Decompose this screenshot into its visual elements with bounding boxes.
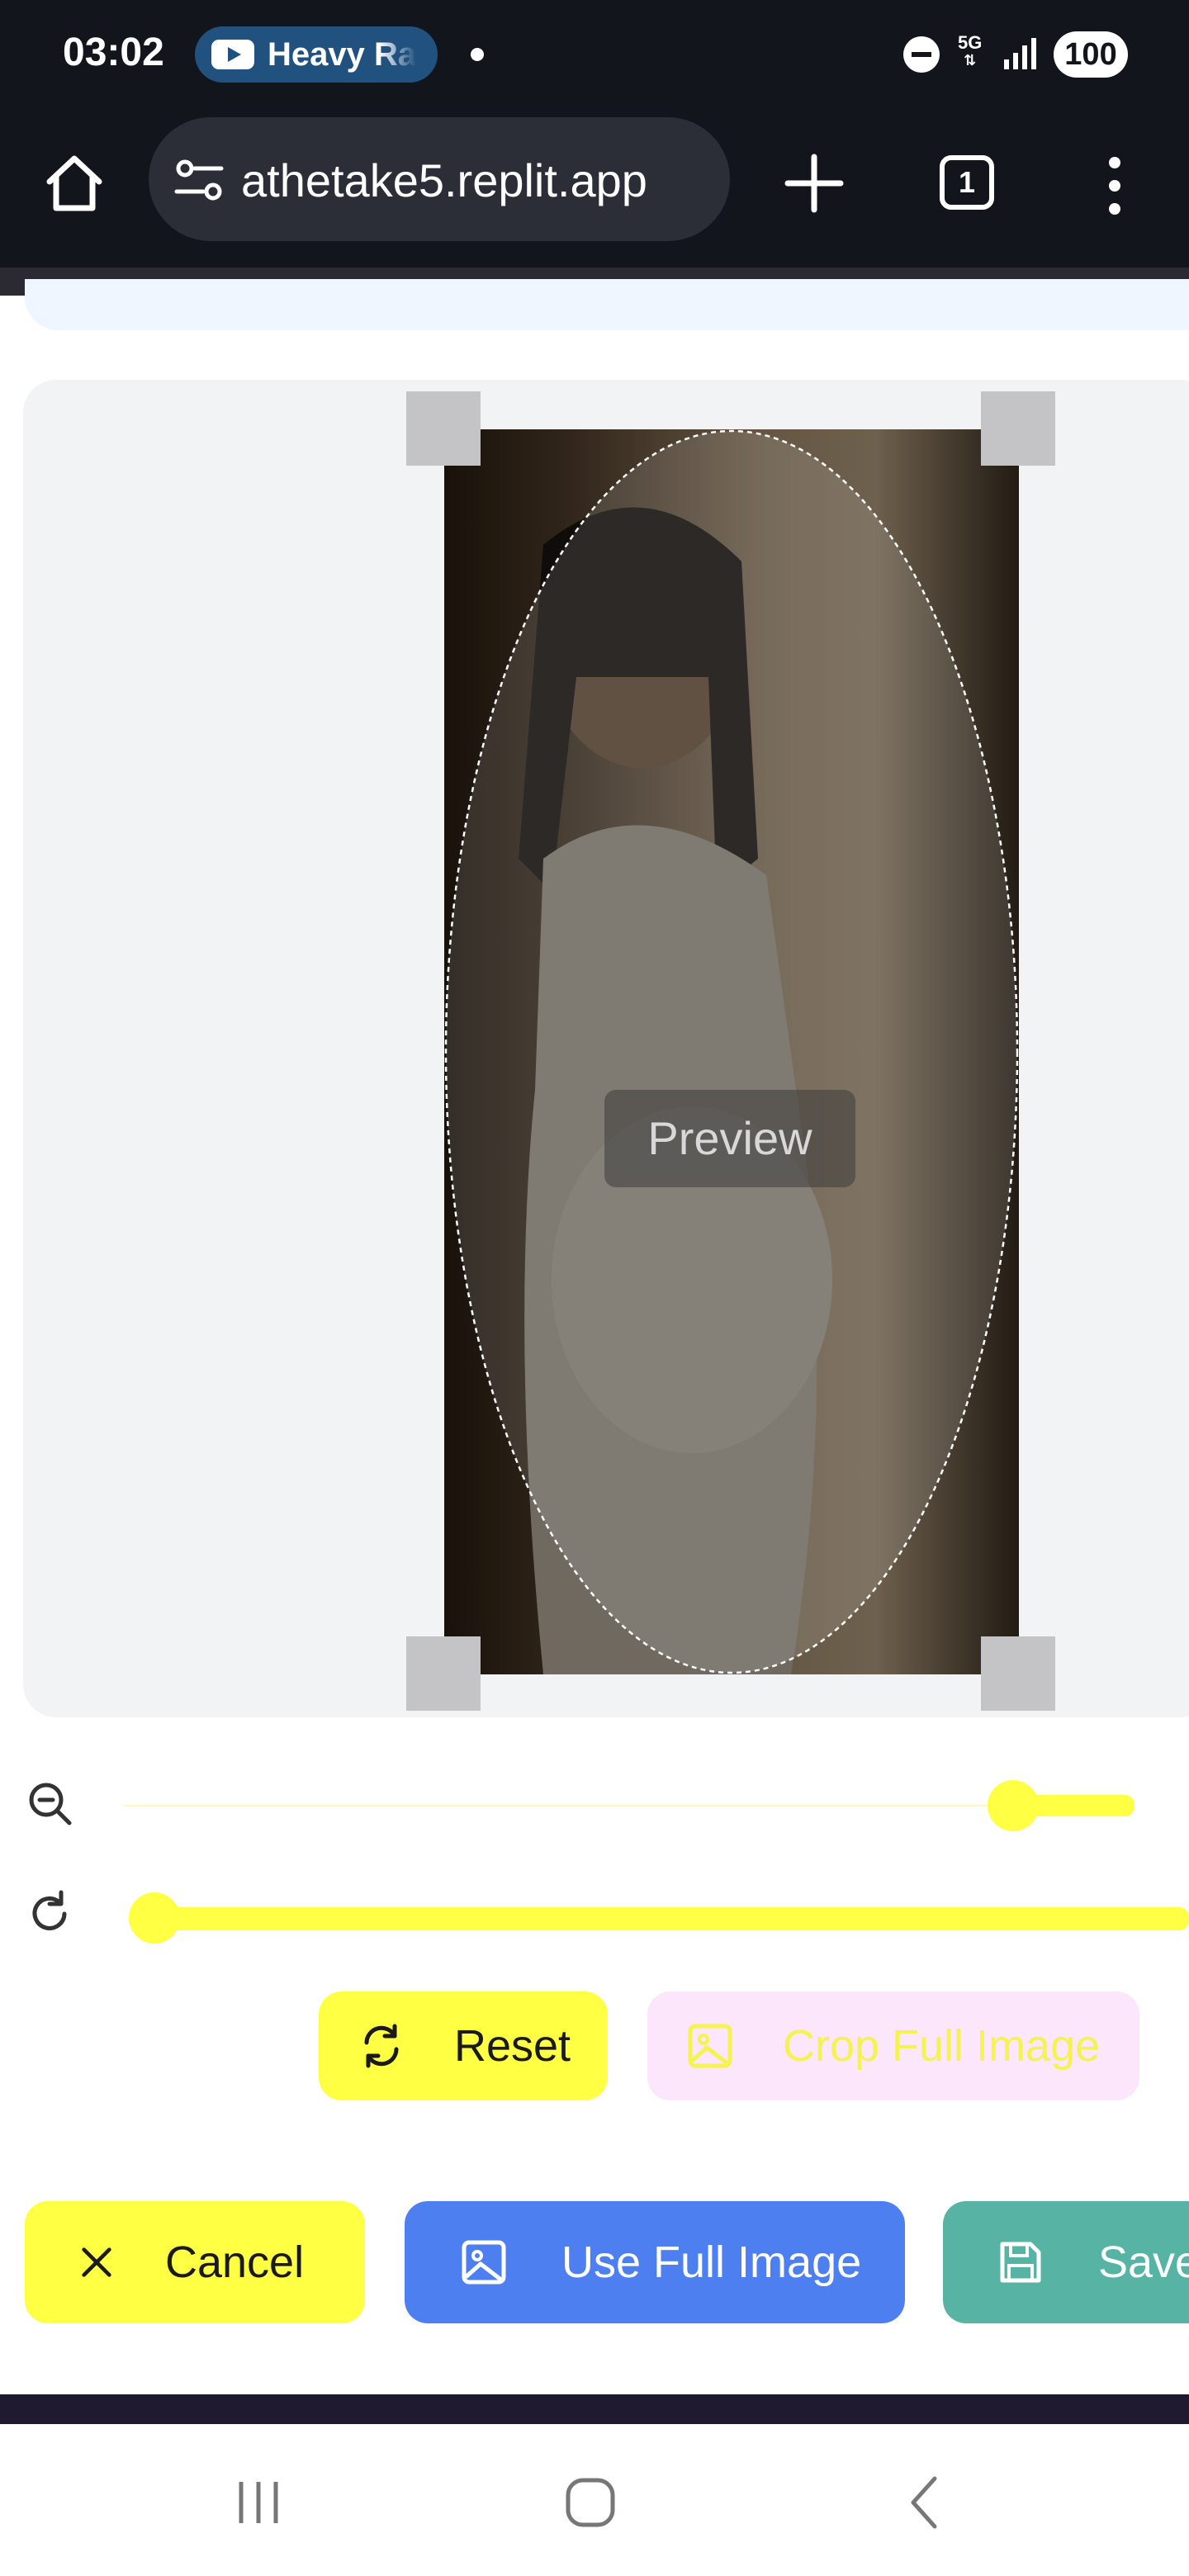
crop-full-image-label: Crop Full Image xyxy=(783,2021,1101,2071)
home-icon[interactable] xyxy=(41,150,107,216)
media-chip[interactable]: Heavy Ra xyxy=(195,26,438,83)
network-type: 5G ⇅ xyxy=(958,32,983,69)
back-icon[interactable] xyxy=(897,2474,955,2531)
zoom-slider-thumb[interactable] xyxy=(988,1780,1040,1831)
crop-image[interactable] xyxy=(444,429,1019,1674)
cancel-button-label: Cancel xyxy=(165,2237,305,2287)
do-not-disturb-icon xyxy=(903,36,940,73)
reset-button[interactable]: Reset xyxy=(319,1991,608,2100)
crop-handle-bottom-left[interactable] xyxy=(406,1636,481,1711)
signal-icon xyxy=(1004,38,1036,69)
rotate-slider-track[interactable] xyxy=(165,1907,1189,1930)
recent-apps-icon[interactable] xyxy=(230,2474,287,2531)
new-tab-icon[interactable] xyxy=(779,149,849,218)
save-button-label: Save xyxy=(1098,2237,1189,2287)
use-full-image-label: Use Full Image xyxy=(561,2237,862,2287)
notification-dot-icon xyxy=(471,48,484,61)
floppy-disk-icon xyxy=(1000,2242,1041,2283)
zoom-slider-row xyxy=(0,1772,1189,1838)
crop-ellipse[interactable] xyxy=(444,429,1019,1674)
save-button[interactable]: Save xyxy=(943,2201,1189,2323)
reset-button-label: Reset xyxy=(454,2021,571,2071)
site-settings-icon[interactable] xyxy=(173,159,226,201)
preview-label: Preview xyxy=(604,1090,855,1187)
browser-toolbar: athetake5.replit.app 1 xyxy=(0,109,1189,268)
image-icon xyxy=(688,2024,732,2068)
home-nav-icon[interactable] xyxy=(561,2474,619,2531)
zoom-out-icon[interactable] xyxy=(25,1778,74,1828)
url-text: athetake5.replit.app xyxy=(241,154,647,206)
rotate-icon[interactable] xyxy=(25,1889,74,1939)
crop-handle-bottom-right[interactable] xyxy=(981,1636,1055,1711)
address-bar[interactable]: athetake5.replit.app xyxy=(149,117,730,241)
image-icon xyxy=(462,2240,506,2285)
crop-handle-top-right[interactable] xyxy=(981,391,1055,466)
crop-full-image-button[interactable]: Crop Full Image xyxy=(647,1991,1139,2100)
info-banner-edge xyxy=(25,279,1189,330)
system-nav-bar xyxy=(0,2424,1189,2576)
battery-indicator: 100 xyxy=(1054,31,1128,78)
page-footer-edge xyxy=(0,2394,1189,2424)
status-bar: 03:02 Heavy Ra 5G ⇅ 100 xyxy=(0,0,1189,109)
media-chip-label: Heavy Ra xyxy=(268,36,417,73)
crop-handle-top-left[interactable] xyxy=(406,391,481,466)
zoom-slider-track[interactable] xyxy=(124,1805,1135,1807)
refresh-icon xyxy=(364,2024,399,2068)
tab-switcher-button[interactable]: 1 xyxy=(940,155,994,210)
use-full-image-button[interactable]: Use Full Image xyxy=(405,2201,905,2323)
cancel-button[interactable]: Cancel xyxy=(25,2201,365,2323)
more-menu-icon[interactable] xyxy=(1098,150,1131,220)
rotate-slider-thumb[interactable] xyxy=(129,1892,180,1944)
youtube-icon xyxy=(211,40,254,69)
close-icon xyxy=(82,2247,111,2277)
rotate-slider-row xyxy=(0,1882,1189,1949)
status-time: 03:02 xyxy=(63,31,164,74)
